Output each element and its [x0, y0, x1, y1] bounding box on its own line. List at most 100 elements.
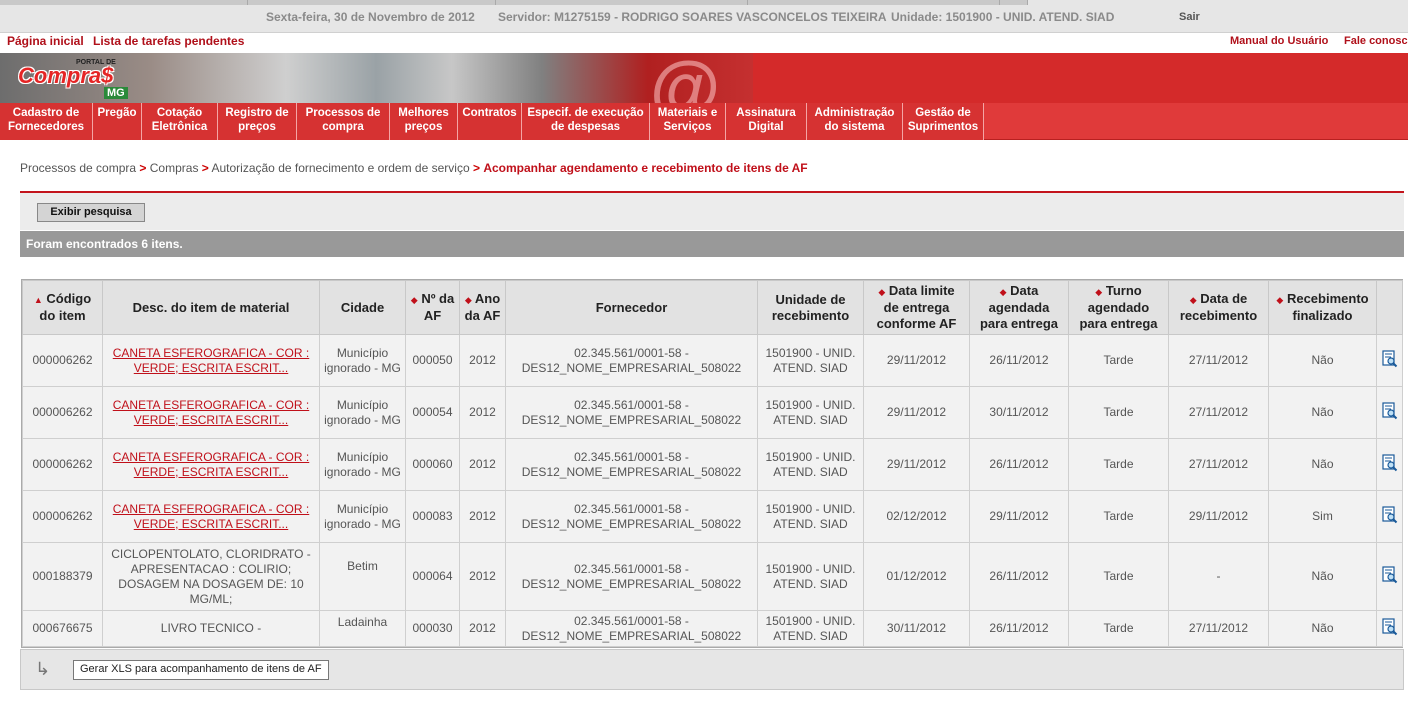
menu-label-line1: Melhores [398, 107, 449, 119]
breadcrumb-separator: > [139, 161, 147, 175]
menu-gestao-suprimentos[interactable]: Gestão de Suprimentos [903, 103, 984, 140]
cell-receiving-unit: 1501900 - UNID. ATEND. SIAD [757, 438, 864, 491]
col-header-received-date[interactable]: ◆ Data de recebimento [1168, 280, 1269, 335]
finished-value: Não [1311, 621, 1334, 635]
received-date: 27/11/2012 [1188, 405, 1249, 419]
city-name: Município ignorado - MG [324, 449, 401, 479]
menu-processos-compra[interactable]: Processos de compra [297, 103, 390, 140]
deadline-date: 01/12/2012 [886, 569, 947, 583]
menu-assinatura-digital[interactable]: Assinatura Digital [726, 103, 807, 140]
menu-registro-precos[interactable]: Registro de preços [218, 103, 297, 140]
item-code: 000676675 [32, 621, 93, 635]
col-header-actions [1376, 280, 1403, 335]
sort-icon: ◆ [1189, 295, 1197, 305]
scheduled-date: 26/11/2012 [989, 353, 1049, 367]
menu-cotacao-eletronica[interactable]: Cotação Eletrônica [142, 103, 218, 140]
view-details-icon[interactable] [1381, 453, 1398, 472]
cell-receiving-unit: 1501900 - UNID. ATEND. SIAD [757, 490, 864, 543]
breadcrumb-processos-compra[interactable]: Processos de compra [20, 161, 136, 175]
supplier-cnpj: 02.345.561/0001-58 - [574, 613, 689, 628]
shift-value: Tarde [1103, 405, 1134, 419]
cell-deadline: 01/12/2012 [863, 542, 970, 611]
deadline-date: 02/12/2012 [886, 509, 947, 523]
view-details-icon[interactable] [1381, 349, 1398, 368]
item-description-link[interactable]: CANETA ESFEROGRAFICA - COR : VERDE; ESCR… [113, 346, 309, 375]
col-header-receiving-unit: Unidade de recebimento [757, 280, 864, 335]
shift-value: Tarde [1103, 353, 1134, 367]
scheduled-date: 26/11/2012 [989, 457, 1049, 471]
breadcrumb-compras[interactable]: Compras [150, 161, 199, 175]
table-footer: ↳ Gerar XLS para acompanhamento de itens… [20, 649, 1404, 690]
generate-xls-button[interactable]: Gerar XLS para acompanhamento de itens d… [73, 660, 329, 680]
supplier-cnpj: 02.345.561/0001-58 - [574, 345, 689, 360]
col-header-af-number[interactable]: ◆ Nº da AF [405, 280, 460, 335]
cell-actions [1376, 542, 1403, 611]
item-description-link[interactable]: CANETA ESFEROGRAFICA - COR : VERDE; ESCR… [113, 502, 309, 531]
menu-pregao[interactable]: Pregão [93, 103, 142, 140]
view-details-icon[interactable] [1381, 565, 1398, 584]
supplier-name: DES12_NOME_EMPRESARIAL_508022 [521, 628, 742, 643]
cell-af-number: 000083 [405, 490, 460, 543]
menu-label-line2: Fornecedores [7, 121, 85, 133]
unit-code: 1501900 - UNID. [765, 397, 856, 412]
cell-actions [1376, 438, 1403, 491]
supplier-name: DES12_NOME_EMPRESARIAL_508022 [521, 576, 742, 591]
home-link[interactable]: Página inicial [7, 34, 84, 48]
corner-arrow-icon: ↳ [35, 659, 51, 679]
menu-melhores-precos[interactable]: Melhores preços [390, 103, 458, 140]
results-count-bar: Foram encontrados 6 itens. [20, 231, 1404, 257]
show-search-button[interactable]: Exibir pesquisa [37, 203, 145, 222]
col-header-af-year[interactable]: ◆ Ano da AF [459, 280, 506, 335]
col-header-code[interactable]: ▲ Código do item [22, 280, 103, 335]
header-banner: PORTAL DE Compra$ MG @ [0, 48, 1408, 128]
menu-label-line2: do sistema [824, 121, 885, 133]
menu-administracao-sistema[interactable]: Administração do sistema [807, 103, 903, 140]
contact-link[interactable]: Fale conosco [1344, 35, 1408, 47]
breadcrumb-separator: > [472, 161, 480, 175]
col-header-finished[interactable]: ◆ Recebimento finalizado [1268, 280, 1377, 335]
supplier-cnpj: 02.345.561/0001-58 - [574, 449, 689, 464]
col-header-scheduled-date[interactable]: ◆ Data agendada para entrega [969, 280, 1069, 335]
received-date: 27/11/2012 [1188, 353, 1249, 367]
portal-logo[interactable]: PORTAL DE Compra$ MG [14, 59, 140, 99]
cell-city: Município ignorado - MG [319, 438, 406, 491]
cell-finished: Não [1268, 438, 1377, 491]
menu-contratos[interactable]: Contratos [458, 103, 522, 140]
view-details-icon[interactable] [1381, 505, 1398, 524]
logout-link[interactable]: Sair [1179, 11, 1200, 23]
header-label: Código [46, 291, 92, 306]
item-code: 000006262 [32, 509, 93, 523]
pending-tasks-link[interactable]: Lista de tarefas pendentes [93, 34, 244, 48]
city-name: Ladainha [337, 615, 388, 629]
menu-especif-execucao-despesas[interactable]: Especif. de execução de despesas [522, 103, 650, 140]
col-header-deadline[interactable]: ◆ Data limite de entrega conforme AF [863, 280, 970, 335]
breadcrumb-autorizacao[interactable]: Autorização de fornecimento e ordem de s… [211, 161, 469, 175]
item-description-link[interactable]: CANETA ESFEROGRAFICA - COR : VERDE; ESCR… [113, 398, 309, 427]
header-label: Data limite [888, 283, 955, 298]
cell-actions [1376, 334, 1403, 387]
af-number: 000060 [412, 457, 453, 471]
unit-code: 1501900 - UNID. [765, 345, 856, 360]
sort-icon: ◆ [999, 287, 1007, 297]
supplier-cnpj: 02.345.561/0001-58 - [574, 397, 689, 412]
cell-deadline: 02/12/2012 [863, 490, 970, 543]
item-code: 000006262 [32, 353, 93, 367]
received-date: - [1216, 569, 1221, 583]
user-manual-link[interactable]: Manual do Usuário [1230, 35, 1328, 47]
item-description-link[interactable]: CANETA ESFEROGRAFICA - COR : VERDE; ESCR… [113, 450, 309, 479]
cell-deadline: 30/11/2012 [863, 610, 970, 647]
menu-materiais-servicos[interactable]: Materiais e Serviços [650, 103, 726, 140]
unit-code: 1501900 - UNID. [765, 501, 856, 516]
received-date: 29/11/2012 [1188, 509, 1249, 523]
menu-cadastro-fornecedores[interactable]: Cadastro de Fornecedores [0, 103, 93, 140]
search-panel: Exibir pesquisa [20, 193, 1404, 230]
cell-supplier: 02.345.561/0001-58 - DES12_NOME_EMPRESARI… [505, 334, 758, 387]
item-code: 000006262 [32, 405, 93, 419]
header-label: Ano [474, 291, 501, 306]
col-header-shift[interactable]: ◆ Turno agendado para entrega [1068, 280, 1169, 335]
view-details-icon[interactable] [1381, 617, 1398, 636]
menu-label-line2: Serviços [663, 121, 712, 133]
menu-label-line1: Cadastro de [12, 107, 80, 119]
cell-receiving-unit: 1501900 - UNID. ATEND. SIAD [757, 334, 864, 387]
view-details-icon[interactable] [1381, 401, 1398, 420]
